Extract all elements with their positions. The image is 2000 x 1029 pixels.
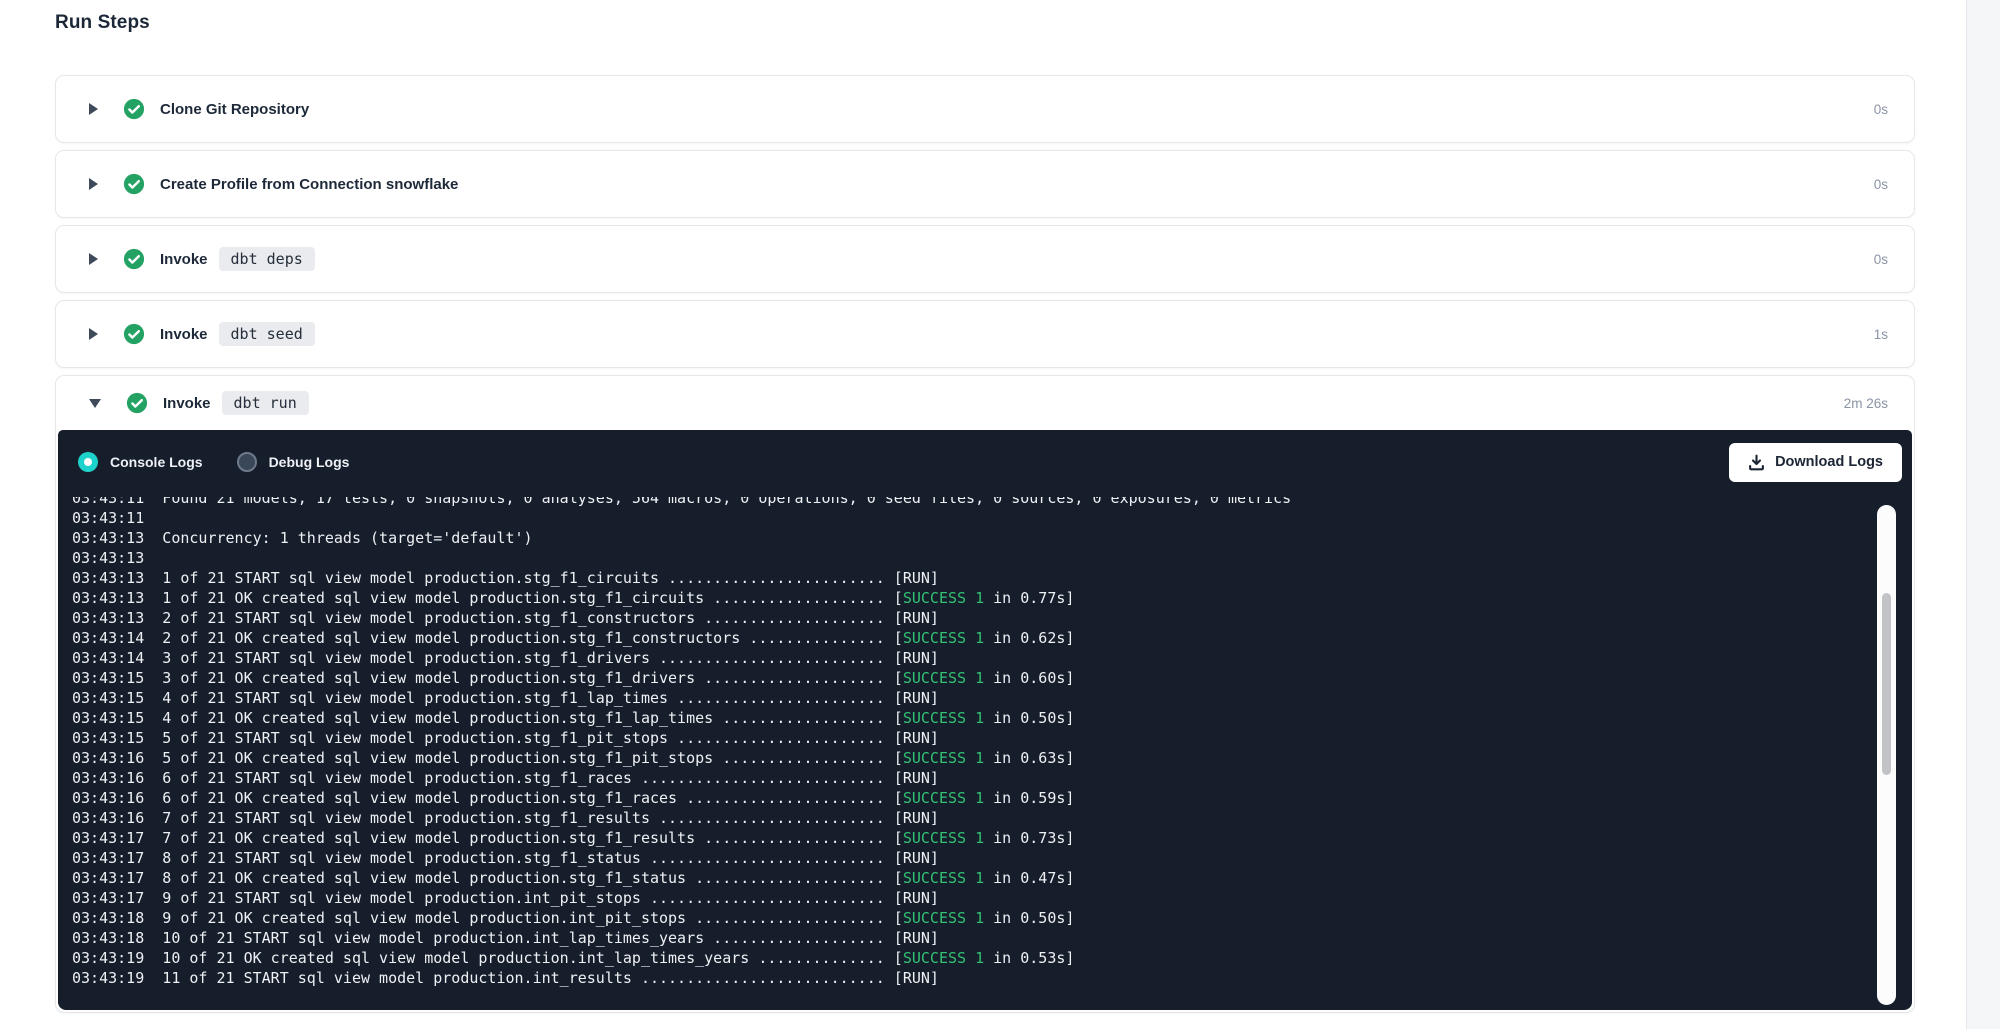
log-scrollbar-thumb[interactable]: [1882, 593, 1891, 775]
step-label: Invoke: [163, 395, 211, 412]
step-duration: 0s: [1874, 102, 1888, 117]
step-row-dbt-deps[interactable]: Invoke dbt deps 0s: [56, 226, 1914, 292]
log-line: 03:43:14 2 of 21 OK created sql view mod…: [72, 628, 1872, 648]
step-row-create-profile[interactable]: Create Profile from Connection snowflake…: [56, 151, 1914, 217]
log-line: 03:43:14 3 of 21 START sql view model pr…: [72, 648, 1872, 668]
log-viewport[interactable]: 03:43:11 Found 21 models, 17 tests, 0 sn…: [58, 497, 1872, 997]
chevron-right-icon[interactable]: [89, 253, 98, 265]
radio-debug-logs[interactable]: Debug Logs: [237, 452, 350, 472]
log-line: 03:43:19 10 of 21 OK created sql view mo…: [72, 948, 1872, 968]
right-panel-edge: [1966, 0, 2000, 1029]
command-chip: dbt seed: [219, 322, 315, 346]
log-line: 03:43:13 2 of 21 START sql view model pr…: [72, 608, 1872, 628]
log-line: 03:43:17 9 of 21 START sql view model pr…: [72, 888, 1872, 908]
run-steps-list: Clone Git Repository 0s Create Profile f…: [55, 75, 1915, 1020]
log-line: 03:43:16 6 of 21 OK created sql view mod…: [72, 788, 1872, 808]
console-panel: Console Logs Debug Logs Download Logs 03…: [58, 430, 1912, 1010]
step-duration: 1s: [1874, 327, 1888, 342]
download-logs-label: Download Logs: [1775, 454, 1883, 470]
step-card-dbt-run: Invoke dbt run 2m 26s Console Logs Debug…: [55, 375, 1915, 1013]
step-card-dbt-seed: Invoke dbt seed 1s: [55, 300, 1915, 368]
log-line: 03:43:16 5 of 21 OK created sql view mod…: [72, 748, 1872, 768]
console-header: Console Logs Debug Logs Download Logs: [58, 430, 1912, 494]
log-status-success: SUCCESS 1: [903, 589, 984, 607]
log-status-success: SUCCESS 1: [903, 829, 984, 847]
log-line: 03:43:13 1 of 21 START sql view model pr…: [72, 568, 1872, 588]
log-line: 03:43:15 4 of 21 START sql view model pr…: [72, 688, 1872, 708]
step-card-clone-git-repository: Clone Git Repository 0s: [55, 75, 1915, 143]
log-status-success: SUCCESS 1: [903, 949, 984, 967]
log-line: 03:43:11 Found 21 models, 17 tests, 0 sn…: [72, 497, 1872, 508]
success-check-icon: [126, 392, 148, 414]
log-line: 03:43:18 9 of 21 OK created sql view mod…: [72, 908, 1872, 928]
radio-label: Debug Logs: [269, 454, 350, 470]
log-line: 03:43:17 7 of 21 OK created sql view mod…: [72, 828, 1872, 848]
log-lines: 03:43:11 Found 21 models, 17 tests, 0 sn…: [58, 497, 1872, 988]
log-line: 03:43:13 1 of 21 OK created sql view mod…: [72, 588, 1872, 608]
chevron-down-icon[interactable]: [89, 399, 101, 408]
step-duration: 0s: [1874, 252, 1888, 267]
log-line: 03:43:13: [72, 548, 1872, 568]
step-duration: 2m 26s: [1844, 396, 1888, 411]
step-row-clone-git-repository[interactable]: Clone Git Repository 0s: [56, 76, 1914, 142]
log-line: 03:43:16 7 of 21 START sql view model pr…: [72, 808, 1872, 828]
radio-label: Console Logs: [110, 454, 203, 470]
step-duration: 0s: [1874, 177, 1888, 192]
log-status-success: SUCCESS 1: [903, 789, 984, 807]
page-title: Run Steps: [55, 12, 150, 34]
radio-console-logs[interactable]: Console Logs: [78, 452, 203, 472]
success-check-icon: [123, 173, 145, 195]
radio-selected-icon[interactable]: [78, 452, 98, 472]
success-check-icon: [123, 248, 145, 270]
step-label: Create Profile from Connection snowflake: [160, 176, 458, 193]
log-status-success: SUCCESS 1: [903, 869, 984, 887]
step-card-dbt-deps: Invoke dbt deps 0s: [55, 225, 1915, 293]
log-line: 03:43:13 Concurrency: 1 threads (target=…: [72, 528, 1872, 548]
log-line: 03:43:17 8 of 21 START sql view model pr…: [72, 848, 1872, 868]
log-status-success: SUCCESS 1: [903, 709, 984, 727]
success-check-icon: [123, 98, 145, 120]
log-status-success: SUCCESS 1: [903, 629, 984, 647]
download-logs-button[interactable]: Download Logs: [1729, 443, 1902, 482]
step-label: Invoke: [160, 326, 208, 343]
log-scrollbar-track[interactable]: [1877, 505, 1896, 1005]
download-icon: [1748, 454, 1765, 471]
step-row-dbt-run[interactable]: Invoke dbt run 2m 26s: [56, 376, 1914, 430]
log-line: 03:43:15 5 of 21 START sql view model pr…: [72, 728, 1872, 748]
log-line: 03:43:18 10 of 21 START sql view model p…: [72, 928, 1872, 948]
step-row-dbt-seed[interactable]: Invoke dbt seed 1s: [56, 301, 1914, 367]
command-chip: dbt deps: [219, 247, 315, 271]
log-line: 03:43:17 8 of 21 OK created sql view mod…: [72, 868, 1872, 888]
log-line: 03:43:16 6 of 21 START sql view model pr…: [72, 768, 1872, 788]
log-status-success: SUCCESS 1: [903, 749, 984, 767]
log-status-success: SUCCESS 1: [903, 909, 984, 927]
success-check-icon: [123, 323, 145, 345]
chevron-right-icon[interactable]: [89, 103, 98, 115]
step-label: Invoke: [160, 251, 208, 268]
log-line: 03:43:11: [72, 508, 1872, 528]
log-line: 03:43:15 3 of 21 OK created sql view mod…: [72, 668, 1872, 688]
step-label: Clone Git Repository: [160, 101, 309, 118]
step-card-create-profile: Create Profile from Connection snowflake…: [55, 150, 1915, 218]
log-line: 03:43:15 4 of 21 OK created sql view mod…: [72, 708, 1872, 728]
radio-unselected-icon[interactable]: [237, 452, 257, 472]
command-chip: dbt run: [222, 391, 309, 415]
chevron-right-icon[interactable]: [89, 328, 98, 340]
log-line: 03:43:19 11 of 21 START sql view model p…: [72, 968, 1872, 988]
log-status-success: SUCCESS 1: [903, 669, 984, 687]
chevron-right-icon[interactable]: [89, 178, 98, 190]
